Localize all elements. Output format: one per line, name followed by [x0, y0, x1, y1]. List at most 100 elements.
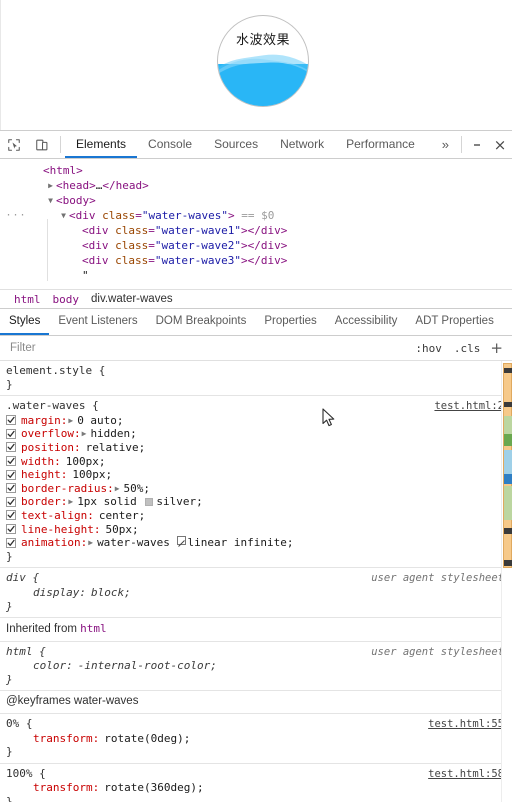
declaration-property[interactable]: text-align:	[21, 509, 94, 523]
tab-properties[interactable]: Properties	[255, 309, 325, 335]
styles-pane-scrollbar[interactable]	[501, 361, 512, 802]
dom-node-row[interactable]: <html>	[0, 163, 512, 178]
declaration-checkbox[interactable]	[6, 483, 16, 494]
declaration-checkbox[interactable]	[6, 496, 16, 507]
inherited-from-node[interactable]: html	[80, 622, 107, 635]
style-declaration[interactable]: text-align: center;	[0, 509, 512, 523]
easing-curve-icon[interactable]	[176, 536, 186, 547]
declaration-value[interactable]: hidden;	[88, 427, 136, 441]
declaration-value[interactable]: 100px;	[67, 468, 112, 482]
breadcrumb-item-html[interactable]: html	[8, 293, 47, 306]
declaration-property[interactable]: border:	[21, 495, 67, 509]
declaration-value[interactable]: 1px solid silver;	[75, 495, 203, 509]
declaration-value[interactable]: 50px;	[100, 523, 138, 537]
tab-performance[interactable]: Performance	[335, 131, 426, 158]
breadcrumb-item-body[interactable]: body	[47, 293, 86, 306]
tab-console[interactable]: Console	[137, 131, 203, 158]
declaration-property[interactable]: animation:	[21, 536, 87, 550]
style-declaration[interactable]: position: relative;	[0, 441, 512, 455]
style-rule[interactable]: element.style {}	[0, 361, 512, 397]
chevron-right-icon[interactable]: ▶	[81, 427, 89, 441]
declaration-value[interactable]: center;	[94, 509, 145, 523]
dom-node-row[interactable]: ▼ <body>	[0, 193, 512, 208]
chevron-down-icon[interactable]: ▼	[45, 193, 56, 208]
device-toolbar-icon[interactable]	[28, 131, 56, 158]
style-declaration[interactable]: margin: ▶ 0 auto;	[0, 414, 512, 428]
tab-elements[interactable]: Elements	[65, 131, 138, 158]
style-declaration[interactable]: color: -internal-root-color;	[0, 659, 512, 673]
inspect-element-icon[interactable]	[0, 131, 28, 158]
dom-node-row[interactable]: "	[0, 268, 512, 283]
tab-accessibility[interactable]: Accessibility	[326, 309, 407, 335]
color-swatch[interactable]	[145, 498, 154, 507]
keyframe-rule[interactable]: 0% {test.html:55 transform: rotate(0deg);}	[0, 714, 512, 764]
tab-adt-properties[interactable]: ADT Properties	[406, 309, 502, 335]
declaration-checkbox[interactable]	[6, 456, 16, 467]
declaration-property[interactable]: border-radius:	[21, 482, 114, 496]
declaration-property[interactable]: overflow:	[21, 427, 81, 441]
style-declaration[interactable]: width: 100px;	[0, 455, 512, 469]
declaration-value[interactable]: 0 auto;	[75, 414, 123, 428]
breadcrumb-item-div-water-waves[interactable]: div.water-waves	[85, 293, 179, 305]
style-source-link[interactable]: test.html:2	[434, 400, 508, 414]
style-rule-selector[interactable]: .water-waves {	[6, 399, 99, 413]
tab-styles[interactable]: Styles	[0, 309, 50, 335]
style-rule-selector[interactable]: div {	[6, 571, 39, 585]
declaration-value[interactable]: -internal-root-color;	[73, 659, 217, 673]
style-declaration[interactable]: display: block;	[0, 586, 512, 600]
chevron-right-icon[interactable]: ▶	[45, 178, 56, 193]
dom-node-row[interactable]: <div class="water-wave2"></div>	[0, 238, 512, 253]
style-declaration[interactable]: overflow: ▶ hidden;	[0, 427, 512, 441]
chevron-right-icon[interactable]: ▶	[87, 536, 95, 550]
more-options-icon[interactable]	[466, 131, 488, 158]
tab-dom-breakpoints[interactable]: DOM Breakpoints	[147, 309, 256, 335]
declaration-property[interactable]: height:	[21, 468, 67, 482]
declaration-value[interactable]: rotate(360deg);	[99, 781, 203, 795]
chevron-right-icon[interactable]: ▶	[67, 414, 75, 428]
styles-pane-scrollbar-thumb[interactable]	[503, 363, 512, 568]
declaration-property[interactable]: margin:	[21, 414, 67, 428]
declaration-property[interactable]: display:	[33, 586, 86, 600]
declaration-checkbox[interactable]	[6, 442, 16, 453]
cls-toggle-button[interactable]: .cls	[448, 342, 487, 355]
style-source-link[interactable]: test.html:58	[428, 768, 508, 782]
chevron-double-right-icon[interactable]: »	[434, 131, 457, 158]
declaration-checkbox[interactable]	[6, 415, 16, 426]
declaration-value[interactable]: water-waves linear infinite;	[95, 536, 294, 550]
style-declaration[interactable]: border: ▶ 1px solid silver;	[0, 495, 512, 509]
styles-filter-input[interactable]	[8, 341, 410, 355]
styles-pane[interactable]: element.style {} .water-waves { test.html:…	[0, 361, 512, 802]
dom-node-row[interactable]: <div class="water-wave3"></div>	[0, 253, 512, 268]
style-declaration[interactable]: line-height: 50px;	[0, 523, 512, 537]
style-declaration[interactable]: height: 100px;	[0, 468, 512, 482]
style-rule-selector[interactable]: 100% {	[6, 767, 46, 781]
dom-tree[interactable]: <html> ▶ <head>…</head> ▼ <body> ··· ▼ <div cla…	[0, 159, 512, 289]
declaration-value[interactable]: 50%;	[122, 482, 151, 496]
close-icon[interactable]: ×	[488, 131, 512, 158]
style-rule-selector[interactable]: html {	[6, 645, 46, 659]
tab-network[interactable]: Network	[269, 131, 335, 158]
style-declaration[interactable]: transform: rotate(0deg);	[0, 732, 512, 746]
declaration-property[interactable]: color:	[33, 659, 73, 673]
chevron-right-icon[interactable]: ▶	[67, 495, 75, 509]
style-declaration[interactable]: animation: ▶ water-waves linear infinite;	[0, 536, 512, 550]
tab-sources[interactable]: Sources	[203, 131, 269, 158]
declaration-checkbox[interactable]	[6, 428, 16, 439]
declaration-checkbox[interactable]	[6, 510, 16, 521]
declaration-checkbox[interactable]	[6, 524, 16, 535]
declaration-value[interactable]: relative;	[81, 441, 146, 455]
declaration-property[interactable]: position:	[21, 441, 81, 455]
declaration-value[interactable]: rotate(0deg);	[99, 732, 190, 746]
inherited-style-rule[interactable]: html {user agent stylesheet color: -intern…	[0, 642, 512, 692]
chevron-right-icon[interactable]: ▶	[114, 482, 122, 496]
declaration-property[interactable]: width:	[21, 455, 61, 469]
style-source-link[interactable]: test.html:55	[428, 718, 508, 732]
declaration-value[interactable]: 100px;	[61, 455, 106, 469]
hov-toggle-button[interactable]: :hov	[409, 342, 448, 355]
declaration-property[interactable]: line-height:	[21, 523, 100, 537]
style-rule-selector[interactable]: element.style {	[6, 364, 105, 378]
style-declaration[interactable]: border-radius: ▶ 50%;	[0, 482, 512, 496]
style-rule[interactable]: .water-waves {test.html:2 margin: ▶ 0 auto;…	[0, 396, 512, 569]
style-declaration[interactable]: transform: rotate(360deg);	[0, 781, 512, 795]
dom-node-row[interactable]: ▶ <head>…</head>	[0, 178, 512, 193]
